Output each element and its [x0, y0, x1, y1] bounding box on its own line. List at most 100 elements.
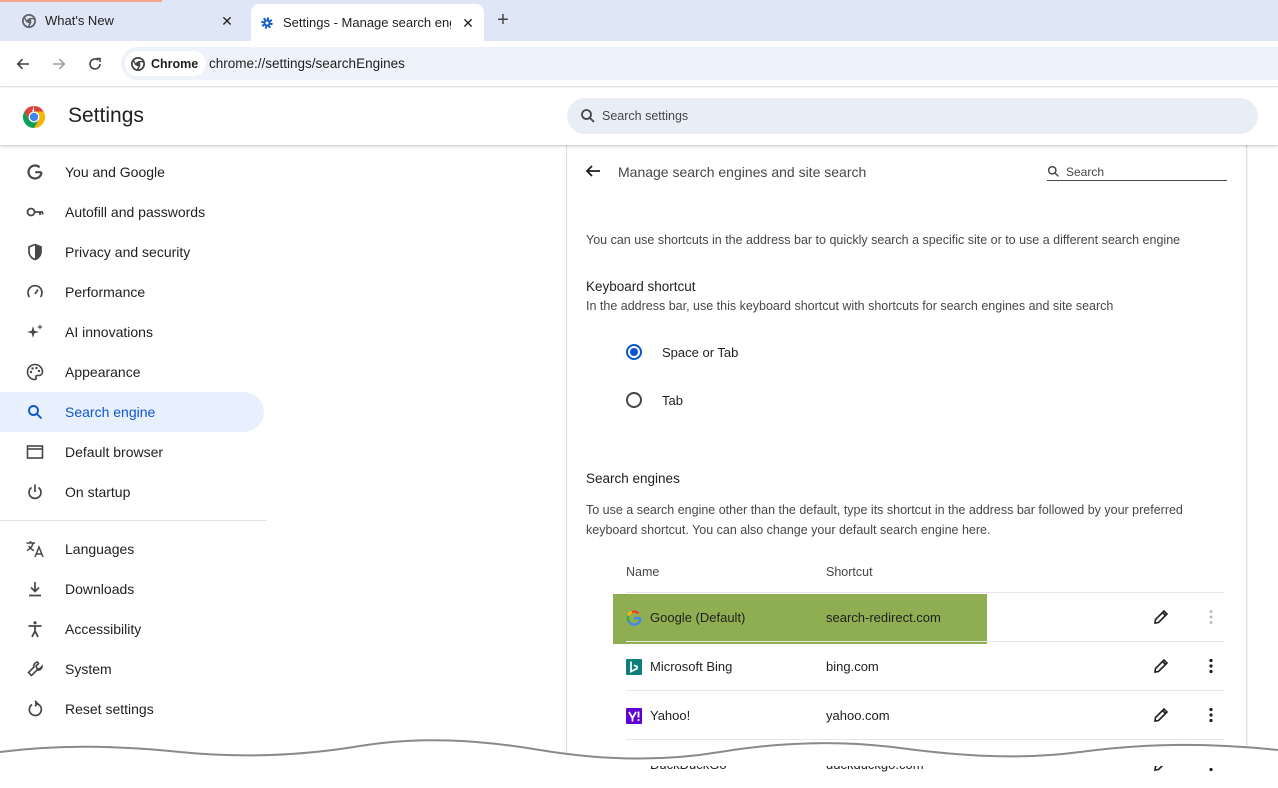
reload-button[interactable]	[83, 52, 107, 76]
search-engines-heading: Search engines	[586, 471, 680, 486]
table-row-google[interactable]: Google (Default) search-redirect.com	[613, 592, 1224, 644]
close-tab-icon[interactable]: ✕	[460, 15, 476, 31]
radio-tab[interactable]: Tab	[626, 392, 683, 408]
sidebar-item-label: Appearance	[65, 364, 141, 380]
chip-label: Chrome	[151, 56, 199, 71]
column-header-name: Name	[626, 565, 660, 579]
sidebar-item-autofill[interactable]: Autofill and passwords	[0, 192, 264, 232]
keyboard-shortcut-description: In the address bar, use this keyboard sh…	[586, 299, 1114, 313]
arrow-right-icon	[53, 58, 66, 70]
reload-icon	[89, 57, 101, 70]
column-header-shortcut: Shortcut	[826, 565, 873, 579]
table-row-bing[interactable]: Microsoft Bing bing.com	[626, 641, 1224, 690]
panel-title: Manage search engines and site search	[618, 164, 867, 180]
url-text[interactable]: chrome://settings/searchEngines	[209, 56, 405, 71]
tab-title: Settings - Manage search engines and sit…	[283, 15, 451, 30]
sidebar-item-label: Default browser	[65, 444, 164, 460]
speedometer-icon	[25, 282, 45, 302]
search-icon	[581, 109, 595, 123]
arrow-left-icon	[16, 58, 29, 70]
sidebar-item-label: Reset settings	[65, 701, 154, 717]
bing-icon	[626, 659, 642, 675]
chrome-icon	[131, 56, 145, 71]
power-icon	[25, 482, 45, 502]
tab-whats-new[interactable]: What's New ✕	[0, 0, 244, 41]
radio-label: Tab	[662, 392, 683, 408]
new-tab-button[interactable]: +	[492, 10, 514, 32]
sidebar-item-label: Privacy and security	[65, 244, 191, 260]
sidebar-item-on-startup[interactable]: On startup	[0, 472, 264, 512]
sidebar-item-label: Performance	[65, 284, 146, 300]
page-title: Settings	[68, 104, 144, 127]
sidebar-item-downloads[interactable]: Downloads	[0, 569, 264, 609]
settings-search-input[interactable]: Search settings	[567, 98, 1258, 134]
google-g-icon	[626, 610, 642, 626]
keyboard-shortcut-heading: Keyboard shortcut	[586, 279, 696, 294]
sidebar-item-accessibility[interactable]: Accessibility	[0, 609, 264, 649]
intro-text: You can use shortcuts in the address bar…	[586, 233, 1181, 247]
download-icon	[25, 579, 45, 599]
accessibility-icon	[25, 619, 45, 639]
site-info-chip[interactable]: Chrome	[125, 51, 207, 76]
sidebar-item-label: System	[65, 661, 112, 677]
sidebar-item-label: Languages	[65, 541, 135, 557]
forward-button[interactable]	[47, 52, 71, 76]
sidebar-item-label: AI innovations	[65, 324, 153, 340]
engine-name: Yahoo!	[650, 708, 691, 723]
search-icon	[25, 402, 45, 422]
sidebar-item-label: You and Google	[65, 164, 165, 180]
settings-gear-icon	[259, 15, 275, 31]
more-vert-icon[interactable]	[1202, 608, 1220, 626]
search-icon	[1047, 165, 1059, 177]
sidebar: You and Google Autofill and passwords Pr…	[0, 145, 267, 766]
radio-button-selected[interactable]	[626, 344, 642, 360]
radio-space-or-tab[interactable]: Space or Tab	[626, 344, 738, 360]
browser-window-icon	[25, 442, 45, 462]
radio-button[interactable]	[626, 392, 642, 408]
back-button[interactable]	[11, 52, 35, 76]
address-bar[interactable]: Chrome chrome://settings/searchEngines	[121, 47, 1278, 80]
sidebar-item-privacy[interactable]: Privacy and security	[0, 232, 264, 272]
tab-title: What's New	[45, 13, 114, 28]
engine-shortcut: bing.com	[826, 659, 879, 674]
chrome-logo-icon	[22, 106, 46, 128]
search-engines-panel: Manage search engines and site search Se…	[566, 145, 1247, 772]
shield-icon	[25, 242, 45, 262]
settings-body: You and Google Autofill and passwords Pr…	[0, 145, 1278, 772]
content-gutter	[267, 145, 566, 766]
engine-name: Microsoft Bing	[650, 659, 733, 674]
engine-shortcut: yahoo.com	[826, 708, 890, 723]
pencil-icon[interactable]	[1152, 608, 1170, 626]
panel-search-placeholder: Search	[1066, 164, 1105, 179]
search-placeholder: Search settings	[602, 109, 689, 123]
key-icon	[25, 202, 45, 222]
back-arrow-icon[interactable]	[584, 162, 602, 180]
browser-toolbar: Chrome chrome://settings/searchEngines	[0, 41, 1278, 87]
sidebar-item-performance[interactable]: Performance	[0, 272, 264, 312]
sidebar-item-label: Autofill and passwords	[65, 204, 206, 220]
sidebar-item-you-and-google[interactable]: You and Google	[0, 152, 264, 192]
sidebar-item-label: Accessibility	[65, 621, 142, 637]
engine-name: Google (Default)	[650, 610, 746, 625]
sidebar-item-label: Search engine	[65, 404, 156, 420]
engine-shortcut: search-redirect.com	[826, 610, 941, 625]
sidebar-item-search-engine[interactable]: Search engine	[0, 392, 264, 432]
radio-label: Space or Tab	[662, 344, 739, 360]
google-g-icon	[25, 162, 45, 182]
pencil-icon[interactable]	[1152, 657, 1170, 675]
sidebar-item-default-browser[interactable]: Default browser	[0, 432, 264, 472]
sidebar-item-label: Downloads	[65, 581, 135, 597]
palette-icon	[25, 362, 45, 382]
torn-edge-decoration	[0, 739, 1278, 766]
sparkle-icon	[25, 322, 45, 342]
reset-icon	[25, 699, 45, 719]
chrome-icon	[21, 13, 37, 29]
close-tab-icon[interactable]: ✕	[219, 13, 235, 29]
sidebar-item-ai-innovations[interactable]: AI innovations	[0, 312, 264, 352]
sidebar-item-languages[interactable]: Languages	[0, 529, 264, 569]
tab-settings[interactable]: Settings - Manage search engines and sit…	[251, 4, 484, 41]
sidebar-item-system[interactable]: System	[0, 649, 264, 689]
more-vert-icon[interactable]	[1202, 657, 1220, 675]
panel-search-input[interactable]: Search	[1047, 163, 1227, 181]
sidebar-item-appearance[interactable]: Appearance	[0, 352, 264, 392]
